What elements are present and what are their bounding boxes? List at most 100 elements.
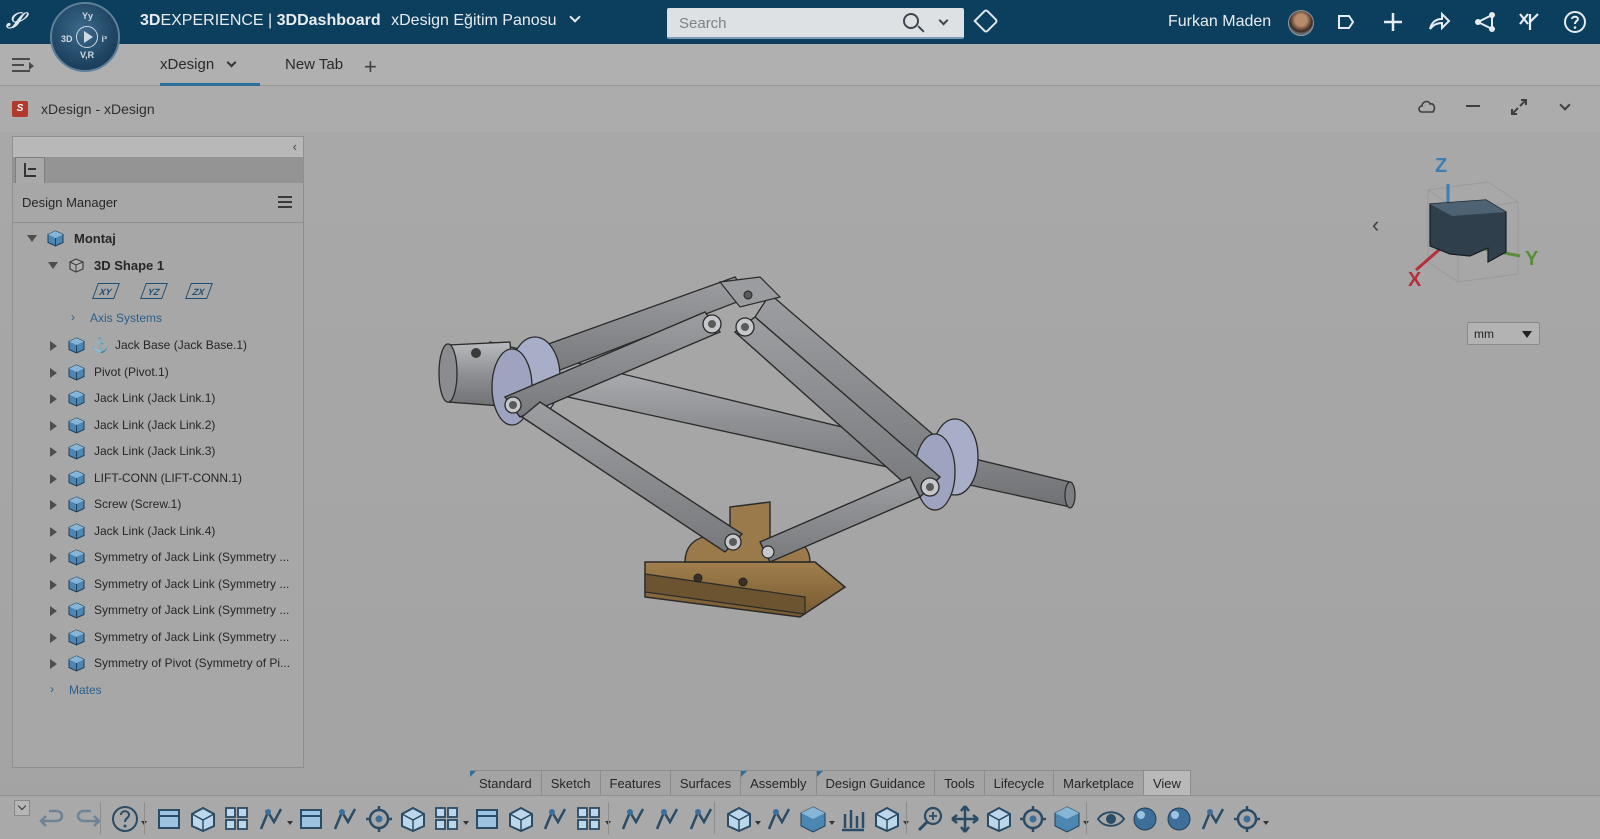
- tab-chevron-down-icon[interactable]: [226, 57, 237, 68]
- maximize-icon[interactable]: [1508, 98, 1530, 120]
- tab-standard[interactable]: Standard: [470, 770, 542, 795]
- tree-item-component[interactable]: Screw (Screw.1): [13, 491, 303, 517]
- yz-plane-icon[interactable]: YZ: [140, 283, 168, 299]
- expand-arrow-icon[interactable]: [50, 526, 57, 537]
- sketch-plane-icon[interactable]: [618, 804, 648, 834]
- explode-icon[interactable]: [330, 804, 360, 834]
- tab-features[interactable]: Features: [600, 770, 671, 795]
- search-box[interactable]: Search: [667, 8, 964, 39]
- flyout-arrow-icon[interactable]: [755, 821, 761, 825]
- smart-mate-icon[interactable]: [154, 804, 184, 834]
- undo-icon[interactable]: [38, 804, 68, 834]
- dashboard-name[interactable]: xDesign Eğitim Panosu: [391, 12, 556, 29]
- compass-icon[interactable]: Yy 3D i³ V,R: [50, 2, 120, 72]
- tab-view[interactable]: View: [1143, 770, 1191, 795]
- expand-arrow-icon[interactable]: [50, 447, 57, 457]
- mirror-icon[interactable]: [506, 804, 536, 834]
- standard-views-icon[interactable]: [1052, 804, 1082, 834]
- feed-icon[interactable]: [1333, 10, 1359, 36]
- hide-show-icon[interactable]: [1096, 804, 1126, 834]
- search-icon[interactable]: [903, 13, 919, 29]
- dashboard-chevron-down-icon[interactable]: [569, 11, 581, 23]
- zoom-area-icon[interactable]: [1018, 804, 1048, 834]
- tree-item-component[interactable]: Jack Link (Jack Link.2): [13, 412, 303, 438]
- tab-design-guidance[interactable]: Design Guidance: [816, 770, 936, 795]
- tree-item-mates[interactable]: › Mates: [13, 677, 303, 703]
- tab-new-tab[interactable]: New Tab: [285, 44, 343, 86]
- user-name[interactable]: Furkan Maden: [1168, 13, 1271, 31]
- tree-item-component[interactable]: LIFT-CONN (LIFT-CONN.1): [13, 465, 303, 491]
- tab-marketplace[interactable]: Marketplace: [1054, 770, 1144, 795]
- expand-arrow-icon[interactable]: [50, 500, 57, 510]
- cloud-icon[interactable]: [1416, 98, 1438, 120]
- tree-item-component[interactable]: Symmetry of Jack Link (Symmetry ...: [13, 571, 303, 597]
- tab-tools[interactable]: Tools: [935, 770, 985, 795]
- tag-icon[interactable]: [973, 8, 999, 34]
- pan-icon[interactable]: [950, 804, 980, 834]
- tree-item-component[interactable]: ⚓ Jack Base (Jack Base.1): [13, 332, 303, 358]
- appearance-icon[interactable]: [1130, 804, 1160, 834]
- expand-arrow-icon[interactable]: [50, 553, 57, 563]
- tree-item-component[interactable]: Symmetry of Jack Link (Symmetry ...: [13, 597, 303, 623]
- flyout-arrow-icon[interactable]: [1263, 821, 1269, 825]
- tree-item-component[interactable]: Jack Link (Jack Link.3): [13, 438, 303, 464]
- expand-arrow-icon[interactable]: [50, 579, 57, 590]
- tree-item-component[interactable]: Symmetry of Jack Link (Symmetry ...: [13, 544, 303, 570]
- align-icon[interactable]: [296, 804, 326, 834]
- tree-item-montaj[interactable]: Montaj: [13, 225, 303, 251]
- dassault-logo[interactable]: 𝒮: [6, 8, 42, 36]
- add-tab-icon[interactable]: +: [364, 54, 377, 80]
- instance-icon[interactable]: [574, 804, 604, 834]
- expand-arrow-icon[interactable]: [50, 367, 57, 378]
- tab-sketch[interactable]: Sketch: [541, 770, 601, 795]
- add-icon[interactable]: [1380, 10, 1406, 36]
- render-icon[interactable]: [1164, 804, 1194, 834]
- collapse-panel-icon[interactable]: ‹: [293, 139, 297, 154]
- network-icon[interactable]: [1472, 10, 1498, 36]
- measure-icon[interactable]: [652, 804, 682, 834]
- tree-item-component[interactable]: Jack Link (Jack Link.4): [13, 518, 303, 544]
- tree-item-component[interactable]: Symmetry of Jack Link (Symmetry ...: [13, 624, 303, 650]
- tab-surfaces[interactable]: Surfaces: [670, 770, 742, 795]
- mate-icon[interactable]: [364, 804, 394, 834]
- xy-plane-icon[interactable]: XY: [92, 283, 120, 299]
- new-component-icon[interactable]: [222, 804, 252, 834]
- section-view-icon[interactable]: [1198, 804, 1228, 834]
- rotate-icon[interactable]: [724, 804, 754, 834]
- chevron-left-icon[interactable]: ‹: [1372, 212, 1379, 238]
- expand-arrow-icon[interactable]: [50, 606, 57, 616]
- search-options-chevron-icon[interactable]: [938, 15, 949, 26]
- side-menu-icon[interactable]: [12, 58, 34, 72]
- compass-play-icon[interactable]: [76, 26, 98, 48]
- insert-component-icon[interactable]: [188, 804, 218, 834]
- tab-lifecycle[interactable]: Lifecycle: [984, 770, 1055, 795]
- tree-tab-icon[interactable]: [15, 157, 45, 183]
- layers-icon[interactable]: [872, 804, 902, 834]
- help-icon[interactable]: [1562, 10, 1588, 36]
- flyout-arrow-icon[interactable]: [463, 821, 469, 825]
- avatar[interactable]: [1288, 10, 1314, 36]
- tree-item-axis-systems[interactable]: › Axis Systems: [13, 305, 303, 331]
- toolbar-collapse-icon[interactable]: [14, 800, 30, 816]
- zx-plane-icon[interactable]: ZX: [185, 283, 213, 299]
- view-cube-icon[interactable]: [798, 804, 828, 834]
- widget-chevron-down-icon[interactable]: [1554, 98, 1576, 120]
- zoom-icon[interactable]: [916, 804, 946, 834]
- attach-icon[interactable]: [398, 804, 428, 834]
- section-icon[interactable]: [764, 804, 794, 834]
- panel-collapse-bar[interactable]: ‹: [13, 137, 303, 157]
- expand-arrow-icon[interactable]: [50, 632, 57, 643]
- expand-arrow-icon[interactable]: [50, 473, 57, 484]
- fixed-icon[interactable]: [472, 804, 502, 834]
- chart-icon[interactable]: [838, 804, 868, 834]
- scissor-jack-model[interactable]: [430, 262, 1090, 642]
- collapse-arrow-icon[interactable]: [48, 262, 58, 269]
- tree-item-component[interactable]: Symmetry of Pivot (Symmetry of Pi...: [13, 650, 303, 676]
- flyout-arrow-icon[interactable]: [287, 821, 293, 825]
- help-icon[interactable]: [110, 804, 140, 834]
- tree-item-component[interactable]: Jack Link (Jack Link.1): [13, 385, 303, 411]
- pattern-icon[interactable]: [256, 804, 286, 834]
- expand-arrow-icon[interactable]: [50, 394, 57, 404]
- expand-arrow-icon[interactable]: [50, 420, 57, 431]
- unit-select[interactable]: mm: [1467, 322, 1540, 345]
